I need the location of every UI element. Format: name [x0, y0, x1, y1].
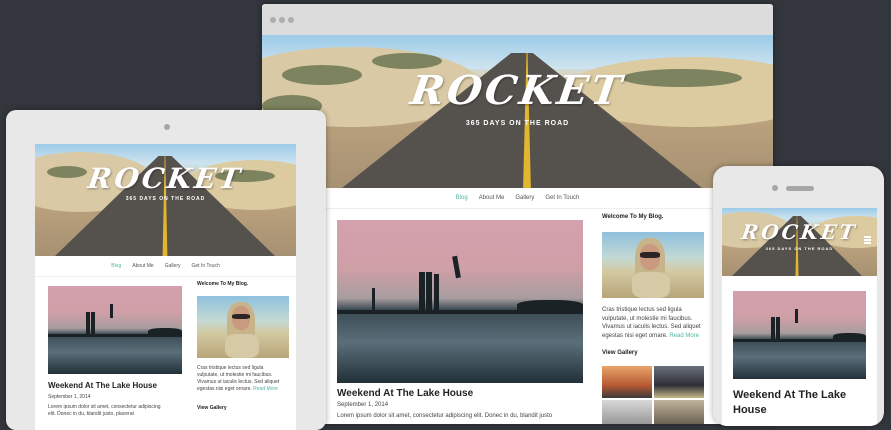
- site-tagline: 365 DAYS ON THE ROAD: [765, 246, 834, 251]
- gallery-thumb[interactable]: [654, 366, 704, 398]
- nav-item-about[interactable]: About Me: [132, 256, 153, 276]
- nav-item-gallery[interactable]: Gallery: [515, 188, 534, 208]
- post-title[interactable]: Weekend At The Lake House: [733, 388, 868, 418]
- post-title[interactable]: Weekend At The Lake House: [337, 388, 473, 399]
- phone-screen: ROCKET 365 DAYS ON THE ROAD Weekend At T…: [722, 208, 877, 426]
- menu-icon[interactable]: [864, 236, 871, 244]
- post-image[interactable]: [733, 291, 866, 379]
- speaker-icon: [786, 186, 814, 191]
- hero-banner: ROCKET 365 DAYS ON THE ROAD: [722, 208, 877, 276]
- post-title[interactable]: Weekend At The Lake House: [48, 381, 157, 390]
- sidebar-gallery-title: View Gallery: [602, 350, 638, 356]
- desktop-browser-frame: ROCKET 365 DAYS ON THE ROAD Blog About M…: [262, 4, 773, 424]
- sidebar-about-text: Cras tristique lectus sed ligula vulputa…: [602, 307, 701, 339]
- main-nav: Blog About Me Gallery Get In Touch: [35, 256, 296, 277]
- site-logo[interactable]: ROCKET: [262, 67, 773, 114]
- site-tagline: 365 DAYS ON THE ROAD: [465, 120, 570, 127]
- browser-toolbar: [262, 4, 773, 35]
- post-date: September 1, 2014: [48, 394, 91, 400]
- camera-icon: [772, 185, 778, 191]
- window-control-icon[interactable]: [288, 17, 294, 23]
- window-control-icon[interactable]: [270, 17, 276, 23]
- nav-item-gallery[interactable]: Gallery: [165, 256, 181, 276]
- gallery-thumb[interactable]: [602, 366, 652, 398]
- author-photo: [197, 296, 289, 358]
- post-image[interactable]: [48, 286, 182, 374]
- camera-icon: [164, 124, 170, 130]
- sidebar-about-text: Cras tristique lectus sed ligula vulputa…: [197, 365, 280, 392]
- site-tagline: 365 DAYS ON THE ROAD: [125, 196, 206, 202]
- nav-item-about[interactable]: About Me: [479, 188, 505, 208]
- gallery-thumb[interactable]: [602, 400, 652, 424]
- sidebar-gallery-title: View Gallery: [197, 405, 227, 411]
- gallery-thumb[interactable]: [654, 400, 704, 424]
- window-control-icon[interactable]: [279, 17, 285, 23]
- sidebar-welcome-title: Welcome To My Blog.: [197, 281, 249, 287]
- post-excerpt: Lorem ipsum dolor sit amet, consectetur …: [48, 404, 161, 417]
- post-image[interactable]: [337, 220, 583, 383]
- tablet-screen: ROCKET 365 DAYS ON THE ROAD Blog About M…: [35, 144, 296, 430]
- site-logo[interactable]: ROCKET: [722, 220, 877, 244]
- hero-banner: ROCKET 365 DAYS ON THE ROAD: [35, 144, 296, 256]
- post-excerpt: Lorem ipsum dolor sit amet, consectetur …: [337, 413, 553, 419]
- author-photo: [602, 232, 704, 298]
- main-nav: Blog About Me Gallery Get In Touch: [262, 188, 773, 209]
- nav-item-contact[interactable]: Get In Touch: [545, 188, 579, 208]
- phone-frame: ROCKET 365 DAYS ON THE ROAD Weekend At T…: [713, 166, 884, 426]
- sidebar-welcome-title: Welcome To My Blog.: [602, 214, 664, 220]
- nav-item-blog[interactable]: Blog: [111, 256, 121, 276]
- nav-item-blog[interactable]: Blog: [456, 188, 468, 208]
- post-date: September 1, 2014: [337, 402, 389, 408]
- hero-banner: ROCKET 365 DAYS ON THE ROAD: [262, 35, 773, 188]
- nav-item-contact[interactable]: Get In Touch: [192, 256, 220, 276]
- site-logo[interactable]: ROCKET: [35, 162, 296, 195]
- read-more-link[interactable]: Read More: [669, 333, 699, 339]
- tablet-frame: ROCKET 365 DAYS ON THE ROAD Blog About M…: [6, 110, 326, 430]
- read-more-link[interactable]: Read More: [253, 386, 278, 392]
